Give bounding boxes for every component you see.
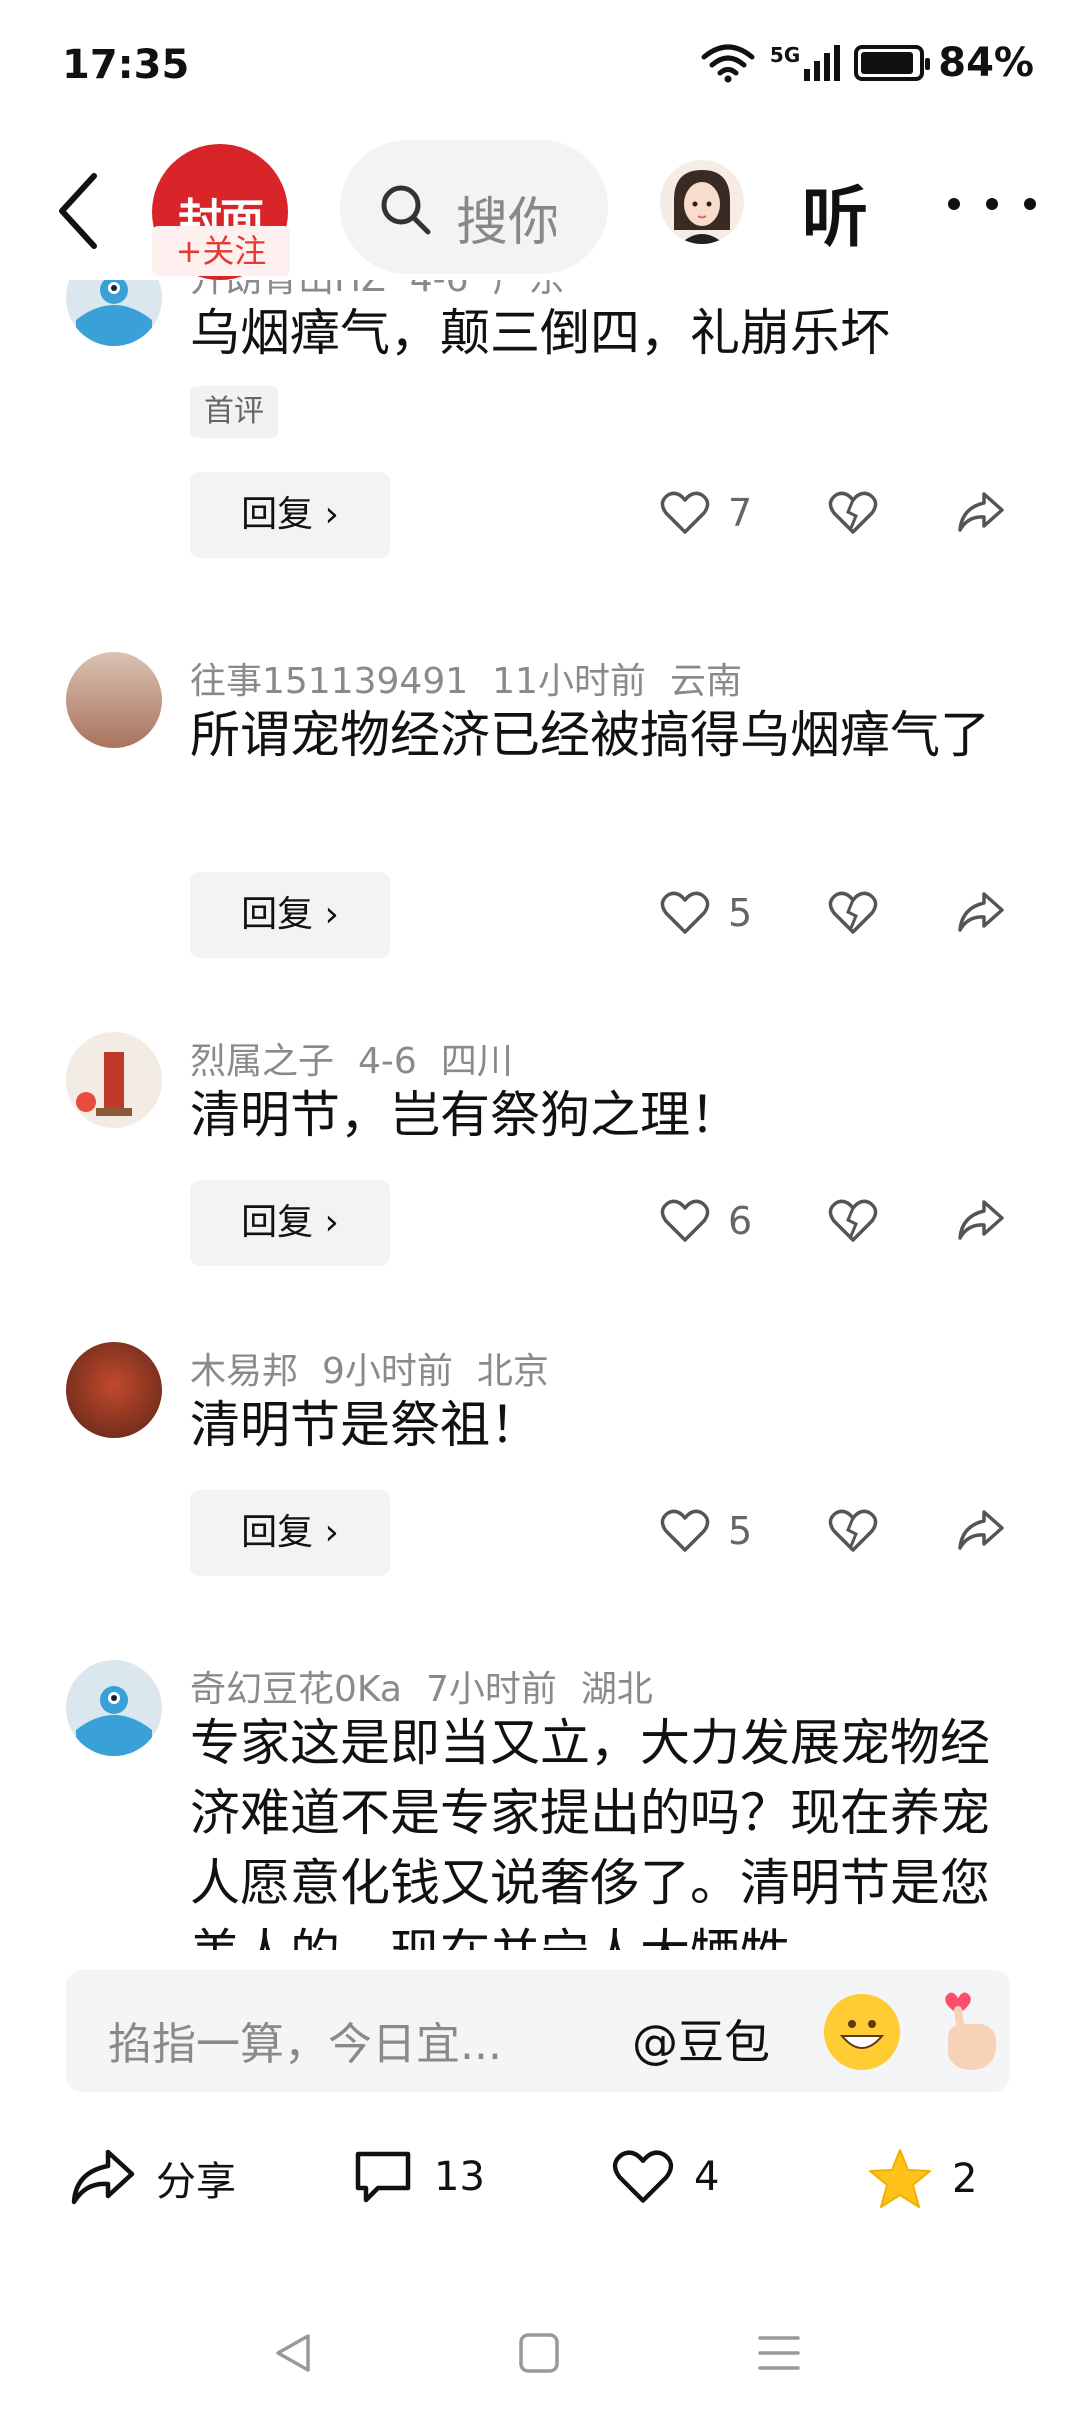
status-icons: 5G 84% bbox=[700, 40, 1034, 86]
comment-meta: 木易邦 9小时前 北京 bbox=[190, 1342, 573, 1394]
commenter-avatar[interactable] bbox=[66, 1660, 162, 1756]
reply-button[interactable]: 回复 › bbox=[190, 1180, 390, 1266]
more-options-icon[interactable] bbox=[942, 194, 1042, 214]
comment-actions: 5 bbox=[660, 872, 1020, 958]
battery-percent: 84% bbox=[938, 40, 1034, 86]
comment-text: 清明节是祭祖！ bbox=[190, 1396, 540, 1454]
search-box[interactable]: 搜你 bbox=[340, 140, 608, 274]
comment-location: 云南 bbox=[669, 661, 742, 702]
like-button[interactable]: 6 bbox=[660, 1198, 752, 1244]
nav-menu-icon[interactable] bbox=[756, 2330, 802, 2376]
favorite-count: 2 bbox=[952, 2156, 978, 2202]
reply-button[interactable]: 回复 › bbox=[190, 1490, 390, 1576]
like-button[interactable]: 5 bbox=[660, 1508, 752, 1554]
heart-icon bbox=[660, 1199, 710, 1242]
broken-heart-icon[interactable] bbox=[828, 490, 878, 536]
search-placeholder: 搜你 bbox=[456, 193, 556, 253]
comment-meta: 奇幻豆花0Ka 7小时前 湖北 bbox=[190, 1660, 677, 1712]
heart-icon bbox=[660, 891, 710, 934]
commenter-avatar[interactable] bbox=[66, 1032, 162, 1128]
comment-meta: 烈属之子 4-6 四川 bbox=[190, 1032, 537, 1084]
comment-time: 11小时前 bbox=[492, 661, 646, 702]
nav-home-icon[interactable] bbox=[516, 2330, 562, 2376]
broken-heart-icon[interactable] bbox=[828, 890, 878, 936]
comment-input[interactable]: 掐指一算，今日宜... @豆包 bbox=[66, 1970, 1010, 2092]
comment-location: 广东 bbox=[493, 280, 565, 300]
share-icon[interactable] bbox=[956, 1508, 1006, 1554]
bottom-action-bar: 分享 13 4 2 bbox=[0, 2120, 1080, 2260]
commenter-avatar[interactable] bbox=[66, 1342, 162, 1438]
grinning-emoji-icon[interactable] bbox=[824, 1994, 900, 2070]
comment-text: 所谓宠物经济已经被搞得乌烟瘴气了 bbox=[190, 706, 990, 764]
heart-icon bbox=[660, 1509, 710, 1552]
share-icon[interactable] bbox=[956, 490, 1006, 536]
article-like-count: 4 bbox=[694, 2154, 720, 2200]
comment-actions: 5 bbox=[660, 1490, 1020, 1576]
share-button[interactable]: 分享 bbox=[70, 2148, 236, 2208]
wifi-icon bbox=[701, 44, 755, 83]
network-type-label: 5G bbox=[769, 43, 801, 67]
follow-button[interactable]: +关注 bbox=[152, 226, 290, 276]
comment-location: 湖北 bbox=[580, 1669, 653, 1710]
like-count: 5 bbox=[728, 1509, 753, 1553]
heart-icon bbox=[612, 2150, 674, 2203]
first-comment-badge: 首评 bbox=[190, 386, 278, 438]
cellular-signal-icon: 5G bbox=[769, 43, 841, 81]
heart-icon bbox=[660, 491, 710, 534]
status-time: 17:35 bbox=[62, 42, 190, 88]
nav-back-icon[interactable] bbox=[270, 2330, 316, 2376]
comment-username[interactable]: 烈属之子 bbox=[190, 1041, 334, 1082]
like-count: 5 bbox=[728, 891, 753, 935]
girl-avatar-icon bbox=[674, 170, 730, 244]
reply-button[interactable]: 回复 › bbox=[190, 872, 390, 958]
broken-heart-icon[interactable] bbox=[828, 1198, 878, 1244]
status-bar: 17:35 5G 84% bbox=[0, 0, 1080, 140]
comment-count: 13 bbox=[434, 2154, 485, 2200]
back-arrow-icon[interactable] bbox=[50, 168, 110, 254]
favorite-button[interactable]: 2 bbox=[868, 2148, 977, 2210]
comment-time: 4-6 bbox=[358, 1041, 417, 1082]
user-avatar[interactable] bbox=[660, 160, 744, 244]
comment-input-placeholder: 掐指一算，今日宜... bbox=[108, 2019, 502, 2070]
like-count: 7 bbox=[728, 491, 753, 535]
comment-location: 四川 bbox=[440, 1041, 513, 1082]
finger-heart-emoji-icon[interactable] bbox=[938, 1988, 1004, 2074]
comment-text: 乌烟瘴气，颠三倒四，礼崩乐坏 bbox=[190, 304, 890, 362]
comment-meta: 往事151139491 11小时前 云南 bbox=[190, 652, 766, 704]
share-icon[interactable] bbox=[956, 1198, 1006, 1244]
comment-time: 7小时前 bbox=[425, 1669, 557, 1710]
comment-time: 9小时前 bbox=[322, 1351, 453, 1392]
share-label: 分享 bbox=[156, 2159, 236, 2205]
like-button[interactable]: 7 bbox=[660, 490, 752, 536]
mention-doubao-button[interactable]: @豆包 bbox=[632, 2006, 770, 2072]
share-icon bbox=[71, 2149, 135, 2205]
system-navigation-bar bbox=[0, 2300, 1080, 2412]
comment-actions: 6 bbox=[660, 1180, 1020, 1266]
comment-username[interactable]: 开朗青山HZ bbox=[190, 280, 386, 300]
comment-username[interactable]: 木易邦 bbox=[190, 1351, 298, 1392]
comment-time: 4-6 bbox=[410, 280, 469, 300]
comments-button[interactable]: 13 bbox=[352, 2148, 485, 2206]
like-count: 6 bbox=[728, 1199, 753, 1243]
listen-button[interactable]: 听 bbox=[802, 164, 868, 260]
reply-button[interactable]: 回复 › bbox=[190, 472, 390, 558]
share-icon[interactable] bbox=[956, 890, 1006, 936]
comment-list[interactable]: 开朗青山HZ 4-6 广东 乌烟瘴气，颠三倒四，礼崩乐坏 首评 回复 › 7 往事1… bbox=[0, 280, 1080, 1950]
commenter-avatar[interactable] bbox=[66, 652, 162, 748]
star-icon bbox=[869, 2149, 931, 2208]
comment-username[interactable]: 往事151139491 bbox=[190, 661, 468, 702]
like-button[interactable]: 5 bbox=[660, 890, 752, 936]
comment-actions: 7 bbox=[660, 472, 1020, 558]
like-article-button[interactable]: 4 bbox=[612, 2148, 719, 2206]
comment-text: 清明节，岂有祭狗之理！ bbox=[190, 1086, 740, 1144]
battery-icon bbox=[854, 45, 931, 81]
commenter-avatar[interactable] bbox=[66, 280, 162, 346]
broken-heart-icon[interactable] bbox=[828, 1508, 878, 1554]
search-icon bbox=[381, 185, 431, 235]
top-bar: 封面 +关注 搜你 听 bbox=[0, 140, 1080, 280]
comment-text: 专家这是即当又立，大力发展宠物经济难道不是专家提出的吗？现在养宠人愿意化钱又说奢… bbox=[190, 1714, 990, 1950]
comment-location: 北京 bbox=[476, 1351, 549, 1392]
comment-bubble-icon bbox=[355, 2151, 411, 2203]
comment-username[interactable]: 奇幻豆花0Ka bbox=[190, 1669, 402, 1710]
